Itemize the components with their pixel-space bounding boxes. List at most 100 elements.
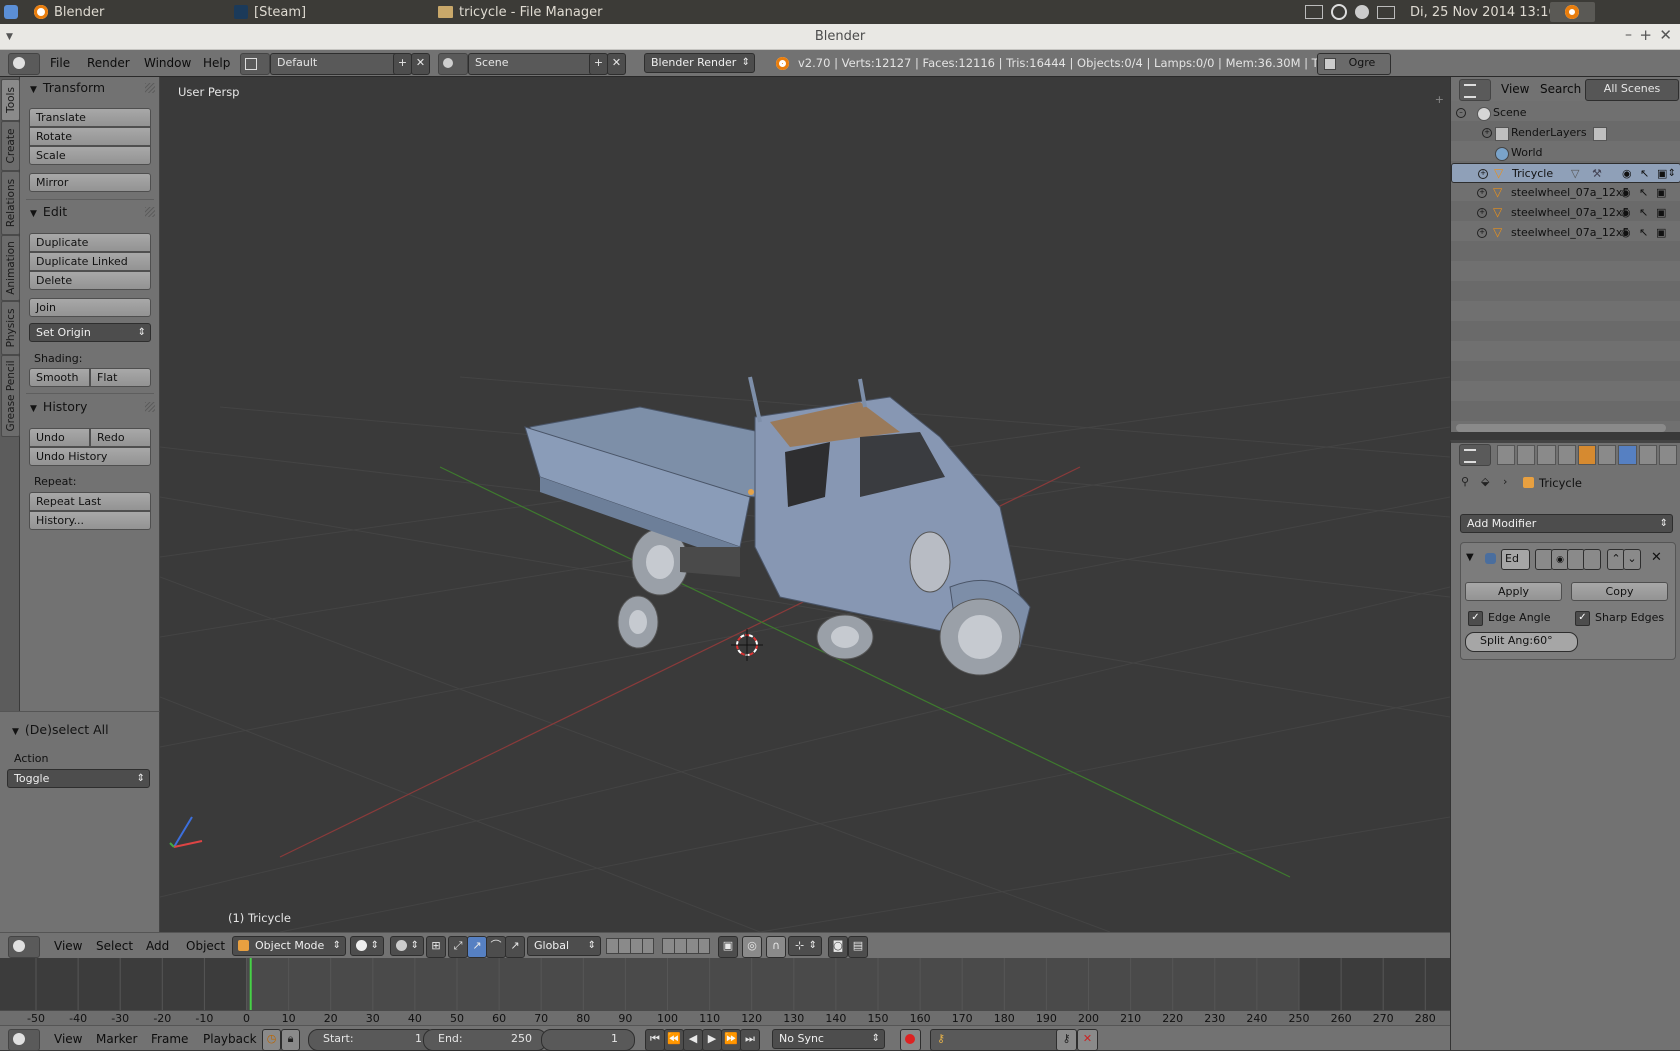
layer-buttons-a[interactable] [606,938,654,954]
menu-marker[interactable]: Marker [96,1032,137,1046]
3d-viewport[interactable]: User Persp (1) Tricycle + [160,77,1450,932]
menu-help[interactable]: Help [203,56,230,70]
menu-view[interactable]: View [54,939,82,953]
cursor-icon[interactable]: ↖ [1639,223,1648,243]
menu-object[interactable]: Object [186,939,225,953]
active-app-indicator[interactable] [1550,2,1595,22]
add-modifier-select[interactable]: Add Modifier [1460,514,1673,533]
set-origin-select[interactable]: Set Origin [29,323,151,342]
delete-button[interactable]: Delete [29,271,151,290]
keyboard-icon[interactable] [1305,5,1323,19]
viewport-shading-select[interactable] [350,936,384,956]
menu-select[interactable]: Select [96,939,133,953]
world-tab-icon[interactable] [1557,445,1576,465]
play-reverse-button[interactable]: ◀ [683,1029,703,1051]
mirror-button[interactable]: Mirror [29,173,151,192]
operator-title[interactable]: (De)select All [12,722,109,737]
mode-select[interactable]: Object Mode [232,936,346,956]
rotate-manipulator-button[interactable]: ↗ [467,936,487,958]
timeline[interactable]: -50 -40 -30 -20 -10 0 10 20 30 40 50 60 70 80 90 100 110… [0,958,1450,1025]
close-icon[interactable]: ✕ [1659,26,1672,44]
editor-type-button[interactable] [8,1029,40,1051]
menu-view[interactable]: View [54,1032,82,1046]
scene-browse-button[interactable] [438,53,468,75]
opengl-anim-button[interactable]: ▤ [848,936,868,958]
menu-add[interactable]: Add [146,939,169,953]
search-icon[interactable] [1331,4,1347,20]
render-layers-tab-icon[interactable] [1517,445,1536,465]
collapse-icon[interactable]: – [1456,108,1466,118]
lock-range-toggle[interactable]: 🔒︎ [281,1029,300,1051]
join-button[interactable]: Join [29,298,151,317]
orientation-select[interactable]: Global [527,936,601,956]
combined-manipulator-button[interactable]: ↗ [505,936,525,958]
cage-toggle[interactable] [1583,549,1601,570]
undo-button[interactable]: Undo [29,428,90,447]
duplicate-linked-button[interactable]: Duplicate Linked [29,252,151,271]
current-frame-field[interactable]: 1 [541,1029,635,1051]
menu-frame[interactable]: Frame [151,1032,188,1046]
system-menu-button[interactable] [4,0,18,24]
taskbar-tab-blender[interactable]: Blender [34,0,104,24]
jump-end-button[interactable]: ⏭ [740,1029,760,1051]
eye-icon[interactable]: ◉ [1622,164,1632,184]
jump-start-button[interactable]: ⏮ [645,1029,665,1051]
tab-relations[interactable]: Relations [1,171,20,235]
timeline-canvas[interactable]: -50 -40 -30 -20 -10 0 10 20 30 40 50 60 70 80 90 100 110… [0,958,1450,1025]
start-frame-field[interactable]: Start: 1 [308,1029,437,1051]
layout-browse-button[interactable] [240,53,270,75]
layer-buttons-b[interactable] [662,938,710,954]
end-frame-field[interactable]: End: 250 [423,1029,547,1051]
duplicate-button[interactable]: Duplicate [29,233,151,252]
render-camera-icon[interactable]: ▣ [1656,223,1666,243]
outliner-row-world[interactable]: World [1451,143,1680,163]
remove-scene-button[interactable]: ✕ [607,53,626,75]
pin-icon[interactable]: ⚲ [1461,475,1469,488]
opengl-render-button[interactable]: ◙ [828,936,848,958]
remove-modifier-icon[interactable]: ✕ [1651,550,1662,565]
timeline-ruler[interactable] [0,1011,1450,1025]
panel-title-history[interactable]: History [30,399,87,414]
play-button[interactable]: ▶ [702,1029,722,1051]
eye-icon[interactable]: ◉ [1621,183,1631,203]
cursor-icon[interactable]: ↖ [1640,164,1649,184]
snap-toggle[interactable]: ∩ [766,936,786,958]
viewport-plus-icon[interactable]: + [1435,93,1444,106]
translate-button[interactable]: Translate [29,108,151,127]
render-camera-icon[interactable]: ▣ [1657,164,1667,184]
display-mode-select[interactable]: All Scenes [1585,79,1679,101]
tab-physics[interactable]: Physics [1,301,20,355]
menu-search[interactable]: Search [1540,82,1581,96]
taskbar-tab-file-manager[interactable]: tricycle - File Manager [438,0,602,24]
panel-grip[interactable] [145,207,155,217]
menu-view[interactable]: View [1501,82,1529,96]
layout-name-field[interactable]: Default [270,53,400,75]
expand-icon[interactable]: + [1477,208,1487,218]
modifier-name-field[interactable]: Ed [1501,549,1530,570]
edge-angle-checkbox[interactable]: ✓ [1468,611,1483,626]
manipulator-toggle[interactable]: ⊞ [426,936,446,958]
eye-icon[interactable]: ◉ [1621,223,1631,243]
keying-set-field[interactable]: ⚷ [930,1029,1068,1051]
auto-keying-button[interactable] [900,1029,921,1051]
steam-tray-icon[interactable] [1355,5,1369,19]
expand-icon[interactable]: + [1478,169,1488,179]
expand-icon[interactable]: + [1482,128,1492,138]
mail-icon[interactable] [1377,5,1395,19]
lock-camera-button[interactable]: ▣ [718,936,738,958]
repeat-last-button[interactable]: Repeat Last [29,492,151,511]
cursor-icon[interactable]: ↖ [1639,183,1648,203]
translate-manipulator-button[interactable]: ⤢ [448,936,468,958]
panel-title-transform[interactable]: Transform [30,80,105,95]
editor-type-button[interactable] [1459,444,1491,466]
eye-icon[interactable]: ◉ [1621,203,1631,223]
expand-icon[interactable]: + [1477,188,1487,198]
outliner-row-steelwheel-1[interactable]: + ▽ steelwheel_07a_12x5 ◉ ↖ ▣ [1451,183,1680,203]
preview-range-toggle[interactable]: ◷ [262,1029,281,1051]
tab-animation[interactable]: Animation [1,235,20,301]
outliner-row-steelwheel-3[interactable]: + ▽ steelwheel_07a_12x5 ◉ ↖ ▣ [1451,223,1680,243]
menu-render[interactable]: Render [87,56,130,70]
render-camera-icon[interactable]: ▣ [1656,203,1666,223]
add-layout-button[interactable]: + [393,53,412,75]
insert-keyframe-button[interactable]: ⚷ [1056,1029,1077,1051]
